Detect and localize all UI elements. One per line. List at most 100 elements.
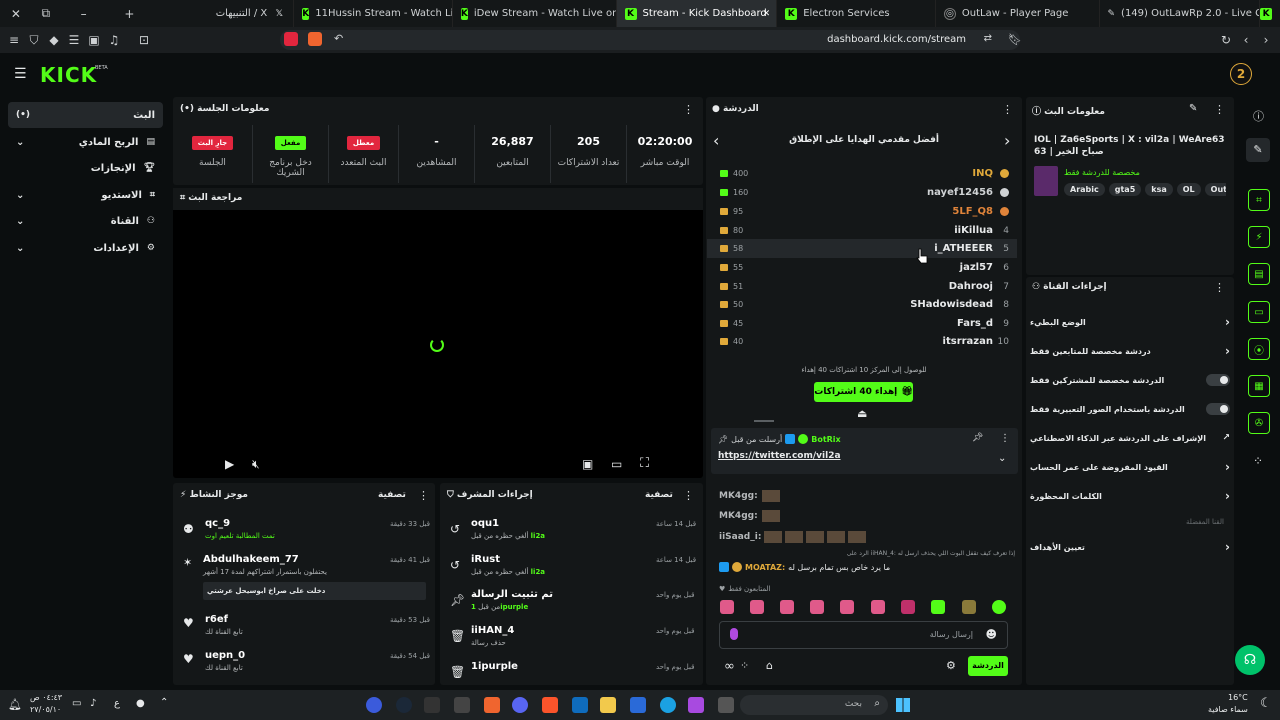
- gear-icon[interactable]: ⚙: [946, 659, 956, 672]
- unpin-icon[interactable]: 📌︎: [972, 433, 983, 443]
- emote-icon[interactable]: [992, 600, 1006, 614]
- sidebar-icon[interactable]: ▣: [86, 32, 102, 48]
- forward-icon[interactable]: ›: [1258, 32, 1274, 48]
- app-icon[interactable]: [688, 697, 704, 713]
- document-icon[interactable]: ▤: [1248, 263, 1270, 285]
- more-icon[interactable]: ⋮: [1000, 433, 1010, 444]
- more-icon[interactable]: ⋮: [683, 103, 694, 116]
- emote-icon[interactable]: [750, 600, 764, 614]
- tab-kick-dashboard[interactable]: K Stream - Kick Dashboard ✕: [616, 0, 778, 27]
- undo-icon[interactable]: ↶: [334, 32, 343, 45]
- chat-input[interactable]: إرسال رسالة ☻: [719, 621, 1008, 649]
- dots-icon[interactable]: ⁘: [740, 659, 749, 672]
- collapse-icon[interactable]: ⏏: [857, 407, 867, 420]
- emoji-icon[interactable]: ☻: [986, 628, 997, 641]
- address-bar[interactable]: ↶ dashboard.kick.com/stream ⇄ 🔖︎: [280, 30, 1022, 50]
- emote-icon[interactable]: [871, 600, 885, 614]
- wallet-icon[interactable]: ◆: [46, 32, 62, 48]
- slow-mode-row[interactable]: الوضع البطيء ›: [1030, 310, 1230, 334]
- mic-icon[interactable]: ●: [136, 698, 145, 709]
- site-settings-icon[interactable]: ⇄: [984, 33, 992, 44]
- more-icon[interactable]: ⋮: [1214, 281, 1225, 294]
- chat-icon[interactable]: ▭: [1248, 301, 1270, 323]
- more-icon[interactable]: ⋮: [418, 489, 429, 502]
- shield-icon[interactable]: ⛉: [26, 32, 42, 48]
- emote-icon[interactable]: [962, 600, 976, 614]
- tag[interactable]: OL: [1176, 183, 1201, 196]
- taskview-icon[interactable]: [718, 697, 734, 713]
- battery-icon[interactable]: ▭: [72, 698, 81, 709]
- emote-icon[interactable]: [780, 600, 794, 614]
- emotes-only-toggle[interactable]: [1206, 403, 1230, 415]
- emotes-only-row[interactable]: الدردشة باستخدام الصور التعبيرية فقط: [1030, 397, 1230, 421]
- pinned-link[interactable]: https://twitter.com/vil2a: [718, 451, 841, 461]
- followers-only-row[interactable]: دردشة مخصصة للمتابعين فقط ›: [1030, 339, 1230, 363]
- tab-extra[interactable]: K: [1260, 0, 1280, 27]
- app-icon[interactable]: [484, 697, 500, 713]
- hamburger-icon[interactable]: ☰: [14, 66, 27, 82]
- sidebar-item-monetization[interactable]: ⌄ الربح المادي ▤: [8, 129, 163, 155]
- steam-icon[interactable]: [396, 697, 412, 713]
- subs-only-toggle[interactable]: [1206, 374, 1230, 386]
- notification-icon[interactable]: 🔔︎: [8, 698, 22, 711]
- emote-icon[interactable]: [901, 600, 915, 614]
- tag[interactable]: gta5: [1108, 183, 1142, 196]
- music-icon[interactable]: ♫: [106, 32, 122, 48]
- mute-icon[interactable]: 🔇︎: [252, 457, 260, 472]
- edit-icon[interactable]: ✎: [1246, 138, 1270, 162]
- tab-electron-services[interactable]: K Electron Services: [777, 0, 936, 27]
- minimize-icon[interactable]: –: [76, 6, 92, 22]
- tab-group-icon[interactable]: ⧉: [38, 6, 54, 22]
- tag[interactable]: Arabic: [1064, 183, 1105, 196]
- store-icon[interactable]: ⌂: [766, 659, 773, 672]
- ai-moderation-row[interactable]: الإشراف على الدردشة عبر الذكاء الاصطناعي…: [1030, 426, 1230, 450]
- app-icon[interactable]: [366, 697, 382, 713]
- reload-icon[interactable]: ↻: [1218, 32, 1234, 48]
- menu-icon[interactable]: ≡: [6, 32, 22, 48]
- sidebar-item-achievements[interactable]: الإنجازات 🏆︎: [8, 155, 163, 181]
- wrench-icon[interactable]: ✇: [1248, 412, 1270, 434]
- brave-shield-icon[interactable]: [284, 32, 298, 46]
- list-icon[interactable]: ☰: [66, 32, 82, 48]
- avatar[interactable]: 2: [1230, 63, 1252, 85]
- subs-only-row[interactable]: الدردشة مخصصة للمشتركين فقط: [1030, 368, 1230, 392]
- close-icon[interactable]: ✕: [763, 9, 771, 19]
- chevron-right-icon[interactable]: ›: [1004, 131, 1010, 150]
- tag[interactable]: OutLaw: [1204, 183, 1226, 196]
- discord-icon[interactable]: [512, 697, 528, 713]
- chevron-up-icon[interactable]: ⌃: [160, 697, 168, 708]
- fullscreen-icon[interactable]: ⛶: [640, 456, 649, 471]
- app-icon[interactable]: [454, 697, 470, 713]
- store-icon[interactable]: [630, 697, 646, 713]
- play-icon[interactable]: ▶: [225, 457, 234, 471]
- emote-icon[interactable]: [931, 600, 945, 614]
- emote-icon[interactable]: [840, 600, 854, 614]
- gift-subs-button[interactable]: إهداء 40 اشتراكات 🎁︎: [814, 382, 913, 402]
- taskbar-search[interactable]: بحث ⌕: [740, 695, 888, 715]
- more-icon[interactable]: ⋮: [1214, 103, 1225, 116]
- resize-handle[interactable]: [754, 420, 774, 422]
- chevron-down-icon[interactable]: ⌄: [998, 453, 1006, 464]
- sidebar-item-settings[interactable]: ⌄ الإعدادات ⚙: [8, 235, 163, 261]
- bolt-icon[interactable]: ⚡︎: [1248, 226, 1270, 248]
- broadcast-icon[interactable]: ⦿: [1248, 338, 1270, 360]
- emote-icon[interactable]: [720, 600, 734, 614]
- volume-icon[interactable]: ♪: [90, 698, 96, 709]
- tab-outlaw-console[interactable]: ✎ (149) OutLawRp 2.0 - Live Console: [1100, 0, 1261, 27]
- camera-icon[interactable]: ⌗: [1248, 189, 1270, 211]
- more-icon[interactable]: ⋮: [683, 489, 694, 502]
- filter-button[interactable]: تصفية: [378, 490, 406, 500]
- screenshot-icon[interactable]: ⊡: [136, 32, 152, 48]
- sidebar-item-stream[interactable]: (•) البث: [8, 102, 163, 128]
- folder-icon[interactable]: [600, 697, 616, 713]
- more-icon[interactable]: ⋮: [1002, 103, 1013, 116]
- outlook-icon[interactable]: [572, 697, 588, 713]
- apps-icon[interactable]: ⁘: [1253, 454, 1263, 468]
- set-goals-row[interactable]: تعيين الأهداف ›: [1030, 535, 1230, 559]
- back-icon[interactable]: ‹: [1238, 32, 1254, 48]
- support-button[interactable]: ☊: [1235, 645, 1265, 675]
- bookmark-icon[interactable]: 🔖︎: [1008, 33, 1022, 46]
- filter-button[interactable]: تصفية: [645, 490, 673, 500]
- theater-icon[interactable]: ▭: [611, 457, 622, 471]
- brave-icon[interactable]: [542, 697, 558, 713]
